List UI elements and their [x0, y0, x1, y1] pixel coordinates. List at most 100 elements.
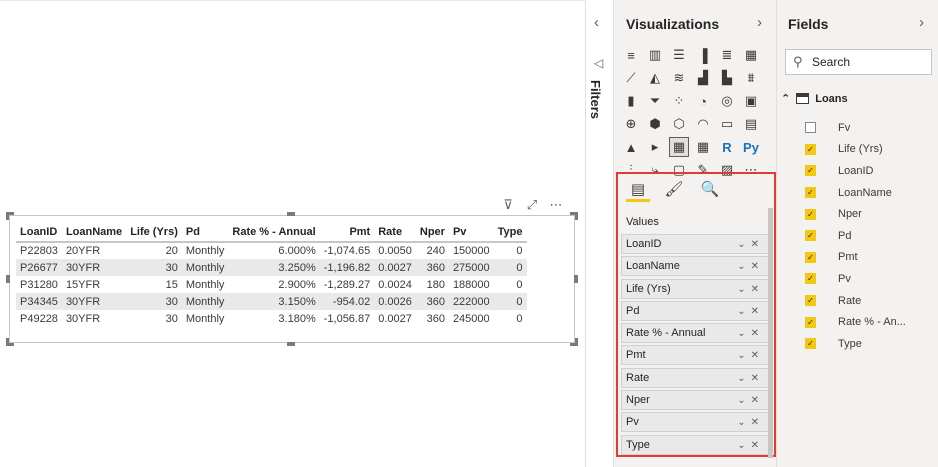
field-item[interactable]: ✓ Life (Yrs): [805, 139, 906, 161]
column-header-type[interactable]: Type: [493, 222, 527, 243]
area-chart-icon[interactable]: ◭: [645, 68, 665, 88]
clustered-column-icon[interactable]: ▐: [693, 45, 713, 65]
collapse-visualizations-icon[interactable]: ›: [757, 14, 762, 31]
pill-dropdown-remove-icon[interactable]: ⌄✕: [737, 257, 764, 276]
field-item[interactable]: ✓ Rate: [805, 290, 906, 312]
fields-search-input[interactable]: ⚲ Search: [785, 49, 932, 75]
resize-handle-bottom-left[interactable]: [6, 338, 14, 346]
map-icon[interactable]: ⊕: [621, 114, 641, 134]
pill-dropdown-remove-icon[interactable]: ⌄✕: [737, 324, 764, 343]
value-field-pill[interactable]: Type ⌄✕: [621, 434, 769, 455]
100-column-icon[interactable]: ▦: [741, 45, 761, 65]
ribbon-chart-icon[interactable]: ⩩: [741, 68, 761, 88]
column-header-pd[interactable]: Pd: [181, 222, 229, 243]
field-checkbox[interactable]: ✓: [805, 230, 816, 242]
field-checkbox[interactable]: ✓: [805, 208, 816, 220]
slicer-icon[interactable]: ▸: [645, 137, 665, 157]
field-checkbox[interactable]: ✓: [805, 295, 816, 307]
field-item[interactable]: ✓ Pv: [805, 268, 906, 290]
field-item[interactable]: ✓ LoanID: [805, 160, 906, 182]
resize-handle-left[interactable]: [6, 275, 10, 283]
waterfall-icon[interactable]: ▮: [621, 91, 641, 111]
field-item[interactable]: ✓ Pmt: [805, 247, 906, 269]
field-checkbox[interactable]: ✓: [805, 273, 816, 285]
table-node-loans[interactable]: ⌃ Loans: [781, 92, 848, 106]
field-item[interactable]: ✓ Nper: [805, 203, 906, 225]
value-field-pill[interactable]: Nper ⌄✕: [621, 390, 769, 411]
collapse-fields-icon[interactable]: ›: [919, 14, 924, 31]
field-checkbox[interactable]: ✓: [805, 165, 816, 177]
card-icon[interactable]: ▭: [717, 114, 737, 134]
field-checkbox[interactable]: ✓: [805, 143, 816, 155]
value-field-pill[interactable]: Pmt ⌄✕: [621, 345, 769, 366]
value-field-pill[interactable]: Pv ⌄✕: [621, 412, 769, 433]
python-visual-icon[interactable]: Py: [741, 137, 761, 157]
pill-dropdown-remove-icon[interactable]: ⌄✕: [737, 391, 764, 410]
filter-icon[interactable]: ⊽: [500, 197, 516, 213]
report-canvas[interactable]: ⊽ ⤢ ⋯ LoanID LoanName Life (Yrs) Pd Rate % -…: [0, 0, 585, 467]
column-header-loanid[interactable]: LoanID: [16, 222, 62, 243]
focus-mode-icon[interactable]: ⤢: [524, 197, 540, 213]
multirow-card-icon[interactable]: ▤: [741, 114, 761, 134]
pie-chart-icon[interactable]: ◔: [693, 91, 713, 111]
matrix-icon[interactable]: ▦: [693, 137, 713, 157]
column-header-life[interactable]: Life (Yrs): [126, 222, 182, 243]
field-checkbox[interactable]: ✓: [805, 251, 816, 263]
donut-chart-icon[interactable]: ◎: [717, 91, 737, 111]
field-item[interactable]: ✓ Rate % - An...: [805, 311, 906, 333]
treemap-icon[interactable]: ▣: [741, 91, 761, 111]
line-column-icon[interactable]: ▟: [693, 68, 713, 88]
filters-label[interactable]: Filters: [588, 80, 603, 119]
stacked-area-icon[interactable]: ≋: [669, 68, 689, 88]
expand-filters-icon[interactable]: ‹: [594, 14, 599, 31]
value-field-pill[interactable]: Rate % - Annual ⌄✕: [621, 323, 769, 344]
pill-dropdown-remove-icon[interactable]: ⌄✕: [737, 413, 764, 432]
resize-handle-bottom[interactable]: [287, 342, 295, 346]
collapse-table-icon[interactable]: ⌃: [781, 92, 790, 105]
resize-handle-top-left[interactable]: [6, 212, 14, 220]
filled-map-icon[interactable]: ⬢: [645, 114, 665, 134]
value-field-pill[interactable]: LoanName ⌄✕: [621, 256, 769, 277]
field-checkbox[interactable]: ✓: [805, 316, 816, 328]
value-field-pill[interactable]: Pd ⌄✕: [621, 300, 769, 321]
format-tab-icon[interactable]: 🖌: [662, 180, 686, 202]
kpi-icon[interactable]: ▲: [621, 137, 641, 157]
resize-handle-top[interactable]: [287, 212, 295, 216]
pill-dropdown-remove-icon[interactable]: ⌄✕: [737, 436, 764, 455]
gauge-icon[interactable]: ◠: [693, 114, 713, 134]
field-item[interactable]: ✓ Pd: [805, 225, 906, 247]
table-visual[interactable]: LoanID LoanName Life (Yrs) Pd Rate % - Annua…: [9, 215, 575, 343]
column-header-pv[interactable]: Pv: [448, 222, 494, 243]
value-field-pill[interactable]: LoanID ⌄✕: [621, 234, 769, 254]
pill-dropdown-remove-icon[interactable]: ⌄✕: [737, 235, 764, 254]
field-item[interactable]: Fv: [805, 117, 906, 139]
resize-handle-right[interactable]: [574, 275, 578, 283]
wells-scrollbar[interactable]: [768, 208, 773, 458]
line-chart-icon[interactable]: ⟋: [621, 68, 641, 88]
line-clustered-icon[interactable]: ▙: [717, 68, 737, 88]
funnel-icon[interactable]: ⏷: [645, 91, 665, 111]
field-item[interactable]: ✓ Type: [805, 333, 906, 355]
clustered-bar-icon[interactable]: ☰: [669, 45, 689, 65]
filters-pane-collapsed[interactable]: ‹ ◁ Filters: [585, 0, 613, 467]
field-item[interactable]: ✓ LoanName: [805, 182, 906, 204]
column-header-rate[interactable]: Rate: [374, 222, 416, 243]
field-checkbox[interactable]: ✓: [805, 187, 816, 199]
column-header-loanname[interactable]: LoanName: [61, 222, 127, 243]
field-checkbox[interactable]: [805, 122, 816, 134]
value-field-pill[interactable]: Rate ⌄✕: [621, 367, 769, 388]
stacked-column-icon[interactable]: ▥: [645, 45, 665, 65]
field-checkbox[interactable]: ✓: [805, 338, 816, 350]
table-icon[interactable]: ▦: [669, 137, 689, 157]
shape-map-icon[interactable]: ⬡: [669, 114, 689, 134]
column-header-pmt[interactable]: Pmt: [319, 222, 375, 243]
column-header-rate-annual[interactable]: Rate % - Annual: [228, 222, 320, 243]
pill-dropdown-remove-icon[interactable]: ⌄✕: [737, 280, 764, 299]
resize-handle-top-right[interactable]: [570, 212, 578, 220]
pill-dropdown-remove-icon[interactable]: ⌄✕: [737, 346, 764, 365]
value-field-pill[interactable]: Life (Yrs) ⌄✕: [621, 278, 769, 299]
100-bar-icon[interactable]: ≣: [717, 45, 737, 65]
analytics-tab-icon[interactable]: 🔍: [698, 180, 722, 202]
r-visual-icon[interactable]: R: [717, 137, 737, 157]
pill-dropdown-remove-icon[interactable]: ⌄✕: [737, 369, 764, 388]
